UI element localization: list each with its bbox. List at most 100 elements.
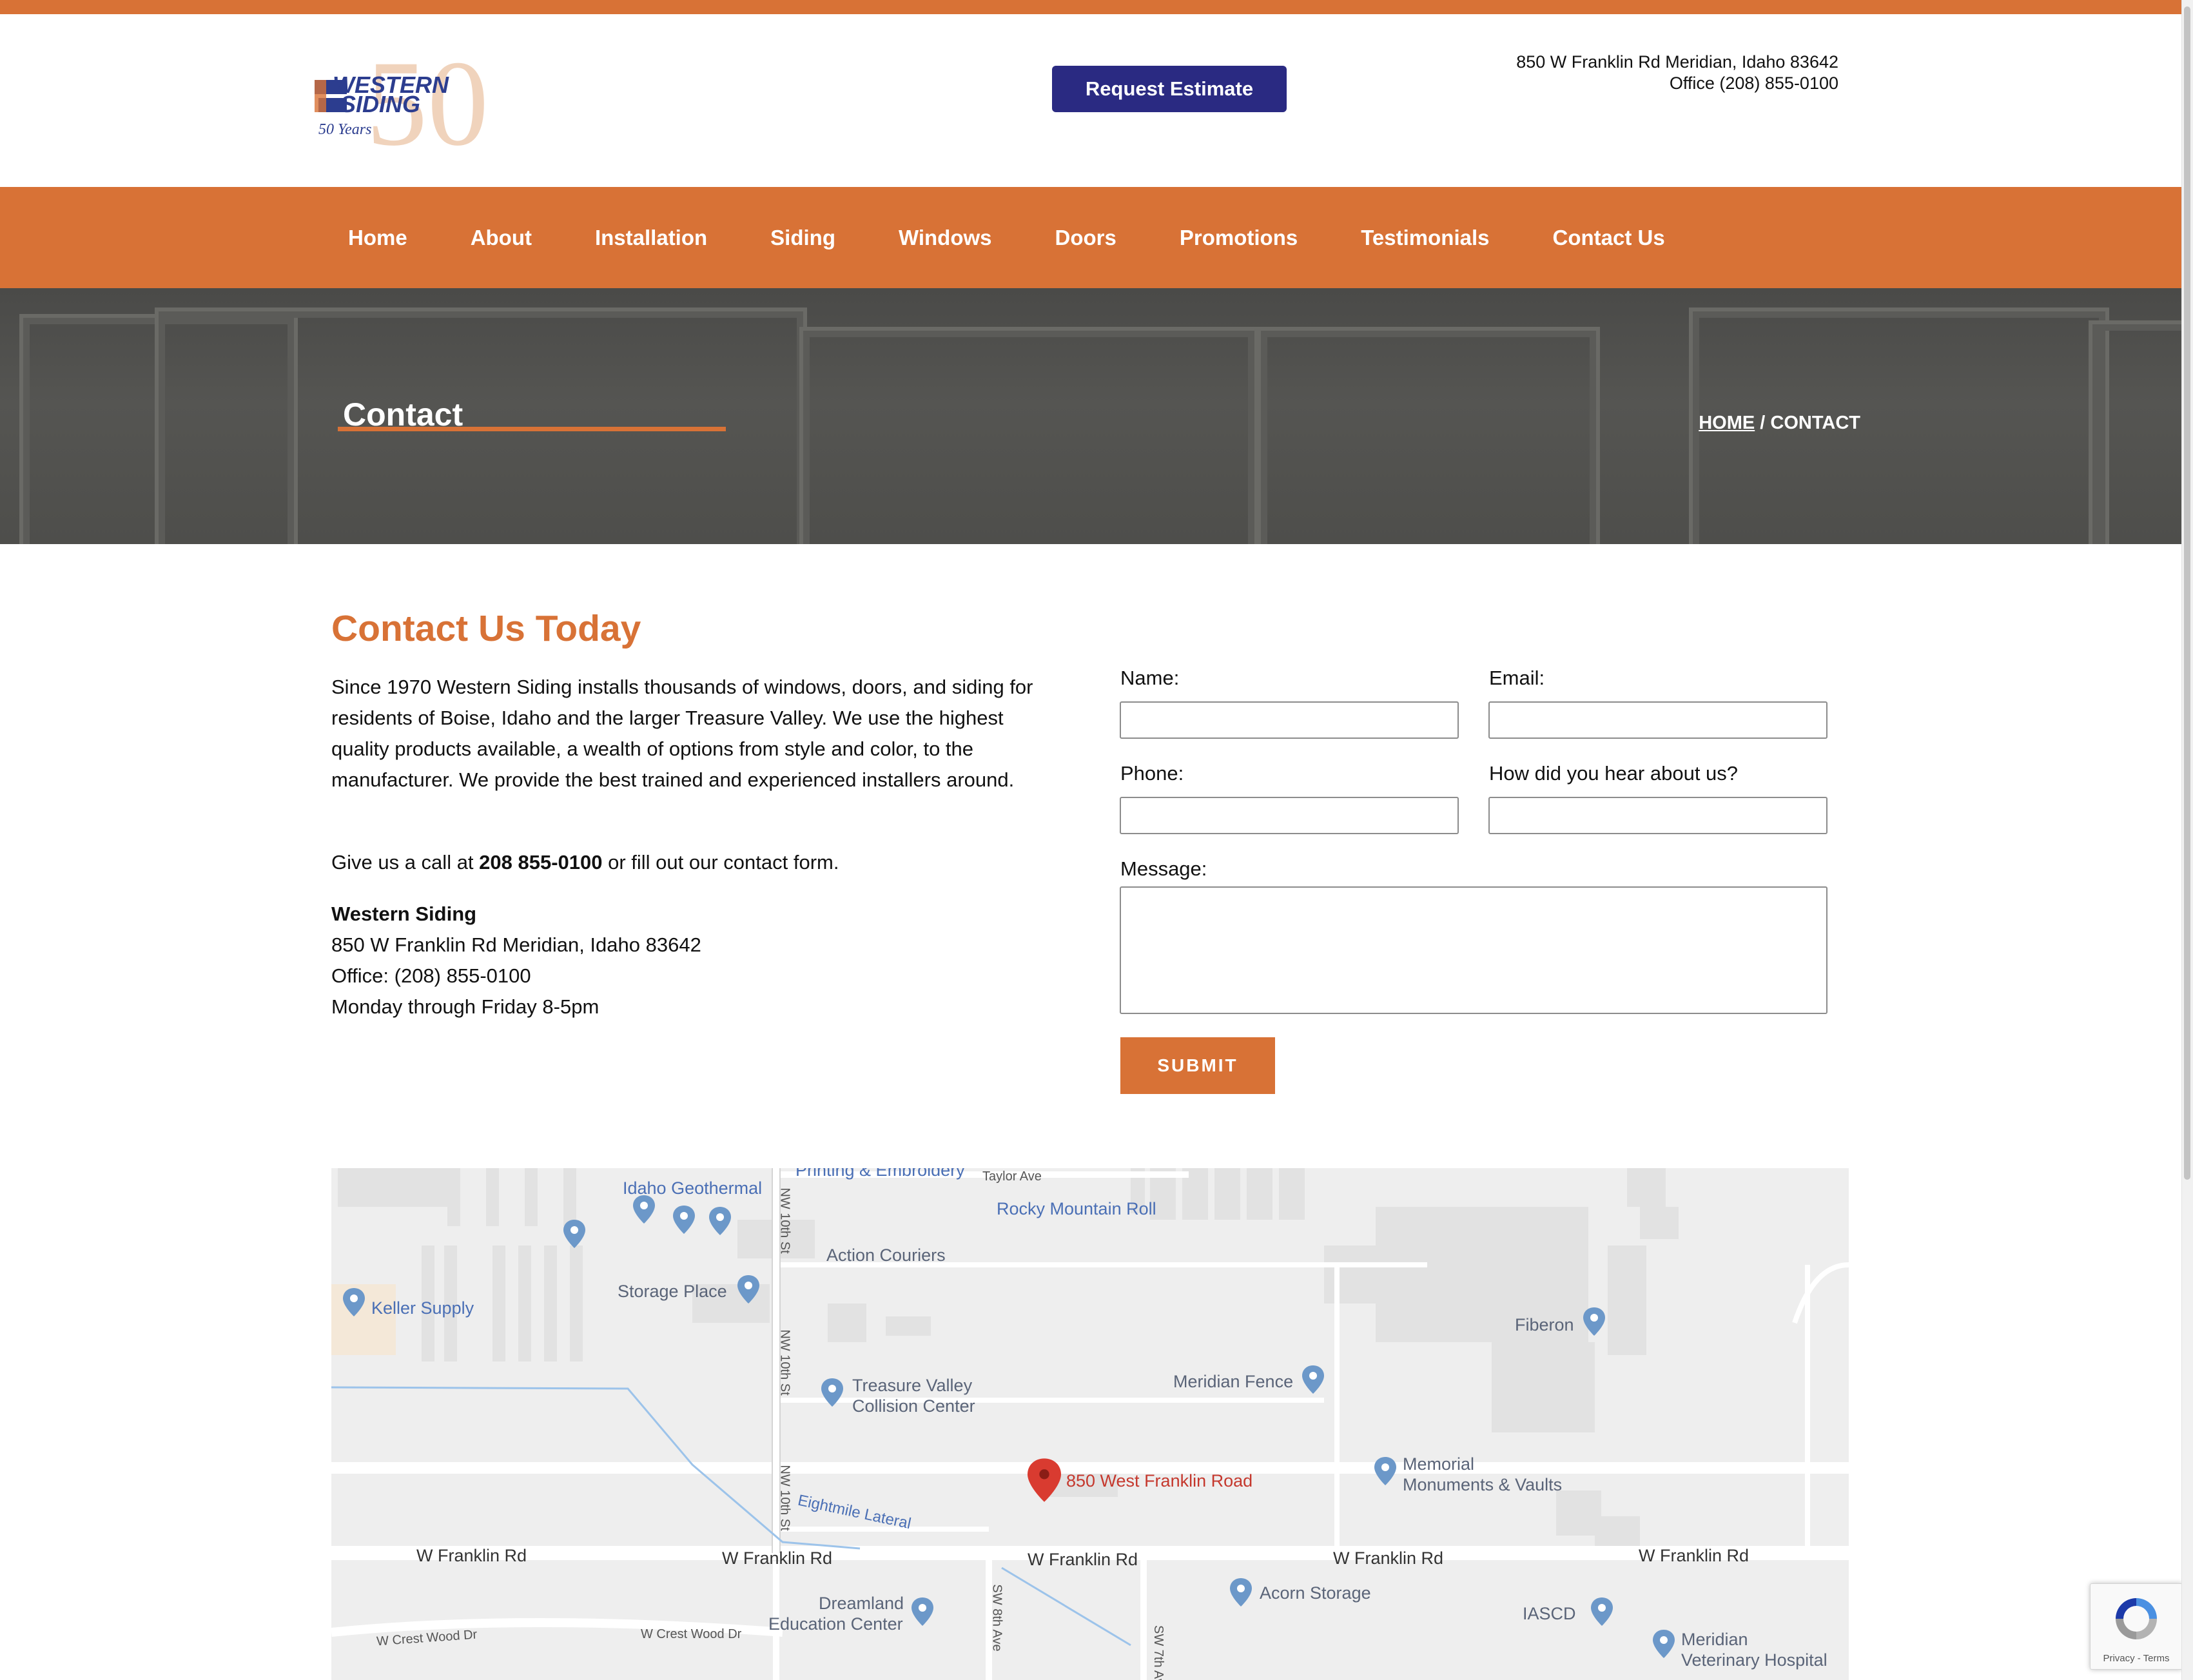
map-pin-icon[interactable]: [1591, 1597, 1613, 1626]
map-label-taylor-ave: Taylor Ave: [982, 1169, 1042, 1184]
email-label: Email:: [1489, 667, 1545, 689]
map-pin-icon[interactable]: [1653, 1630, 1675, 1658]
shop-pin-icon[interactable]: [343, 1288, 365, 1316]
map-label-franklin-road: W Franklin Rd: [1639, 1546, 1750, 1565]
map-label-acorn-storage: Acorn Storage: [1260, 1583, 1371, 1603]
map-label-sw-7th: SW 7th Av: [1151, 1625, 1166, 1680]
map-label-dreamland-line2: Education Center: [768, 1614, 903, 1634]
call-to-action-text: Give us a call at 208 855-0100 or fill o…: [331, 847, 839, 878]
map-label-action-couriers: Action Couriers: [826, 1245, 946, 1265]
map-label-franklin-road: W Franklin Rd: [416, 1546, 527, 1565]
shop-pin-icon[interactable]: [709, 1207, 731, 1235]
map-label-franklin-road: W Franklin Rd: [722, 1548, 833, 1568]
map-label-treasure-valley-line1: Treasure Valley: [852, 1376, 973, 1395]
company-address: 850 W Franklin Rd Meridian, Idaho 83642: [331, 933, 701, 956]
nav-item-contact-us[interactable]: Contact Us: [1553, 226, 1665, 250]
map-pin-icon[interactable]: [821, 1378, 843, 1407]
call-prefix: Give us a call at: [331, 851, 480, 874]
map-label-treasure-valley-line2: Collision Center: [852, 1396, 975, 1416]
title-underline: [338, 427, 726, 431]
map-label-iascd: IASCD: [1523, 1604, 1576, 1623]
message-textarea[interactable]: [1120, 886, 1828, 1014]
map-label-nw-10th: NW 10th St: [777, 1465, 792, 1531]
nav-item-promotions[interactable]: Promotions: [1180, 226, 1298, 250]
map-pin-icon[interactable]: [633, 1195, 655, 1224]
phone-field[interactable]: [1120, 797, 1459, 834]
map-label-fiberon: Fiberon: [1515, 1315, 1574, 1334]
header-contact-info: 850 W Franklin Rd Meridian, Idaho 83642 …: [1516, 52, 1838, 94]
request-estimate-button[interactable]: Request Estimate: [1052, 66, 1287, 112]
nav-item-siding[interactable]: Siding: [770, 226, 835, 250]
company-name: Western Siding: [331, 903, 477, 925]
window-frame-image: [155, 308, 807, 544]
map-label-meridian-vet-line1: Meridian: [1681, 1630, 1748, 1649]
logo-years: 50 Years: [318, 121, 371, 138]
nav-item-windows[interactable]: Windows: [899, 226, 992, 250]
map-label-target-address: 850 West Franklin Road: [1066, 1471, 1253, 1490]
map-pin-icon[interactable]: [1230, 1578, 1252, 1607]
nav-item-doors[interactable]: Doors: [1055, 226, 1116, 250]
nav-item-installation[interactable]: Installation: [595, 226, 707, 250]
map-label-nw-10th: NW 10th St: [777, 1329, 792, 1396]
map-label-keller-supply: Keller Supply: [371, 1298, 474, 1318]
map-label-crest-wood: W Crest Wood Dr: [641, 1627, 742, 1641]
map-pin-icon[interactable]: [911, 1597, 933, 1626]
map-pin-icon[interactable]: [1374, 1457, 1396, 1485]
window-frame-image: [799, 327, 1258, 544]
phone-label: Phone:: [1120, 762, 1184, 785]
contact-heading: Contact Us Today: [331, 608, 641, 649]
company-hours: Monday through Friday 8-5pm: [331, 995, 599, 1018]
nav-item-testimonials[interactable]: Testimonials: [1361, 226, 1489, 250]
submit-button[interactable]: SUBMIT: [1120, 1037, 1275, 1094]
top-accent-bar: [0, 0, 2181, 14]
recaptcha-privacy-terms[interactable]: Privacy - Terms: [2091, 1653, 2182, 1664]
company-info: Western Siding 850 W Franklin Rd Meridia…: [331, 899, 701, 1022]
map-label-meridian-vet-line2: Veterinary Hospital: [1681, 1650, 1828, 1670]
message-label: Message:: [1120, 857, 1207, 880]
breadcrumb-home-link[interactable]: HOME: [1699, 413, 1755, 433]
header-address: 850 W Franklin Rd Meridian, Idaho 83642: [1516, 52, 1838, 72]
breadcrumb: HOME / CONTACT: [1699, 413, 1860, 434]
western-siding-logo[interactable]: 50 WESTERN SIDING 50 Years: [315, 36, 502, 171]
map-label-nw-10th: NW 10th St: [777, 1187, 792, 1254]
call-phone-number: 208 855-0100: [479, 851, 603, 874]
nav-item-home[interactable]: Home: [348, 226, 407, 250]
name-label: Name:: [1120, 667, 1180, 689]
map-label-printing: Printing & Embroidery: [795, 1168, 965, 1180]
map-label-rocky-mountain: Rocky Mountain Roll: [997, 1199, 1156, 1218]
map-label-meridian-fence: Meridian Fence: [1173, 1372, 1294, 1391]
map-label-sw-8th: SW 8th Ave: [989, 1584, 1004, 1652]
name-field[interactable]: [1120, 701, 1459, 739]
map-label-franklin-road: W Franklin Rd: [1333, 1548, 1444, 1568]
location-map[interactable]: Idaho Geothermal Printing & Embroidery T…: [331, 1168, 1849, 1680]
referral-label: How did you hear about us?: [1489, 762, 1739, 785]
map-label-dreamland-line1: Dreamland: [819, 1594, 904, 1613]
vertical-scrollbar[interactable]: [2181, 0, 2193, 1680]
map-label-franklin-road: W Franklin Rd: [1028, 1550, 1138, 1569]
window-frame-image: [1257, 327, 1600, 544]
main-navigation: Home About Installation Siding Windows D…: [0, 187, 2181, 288]
referral-field[interactable]: [1488, 797, 1828, 834]
map-pin-icon[interactable]: [737, 1275, 759, 1304]
breadcrumb-current: CONTACT: [1770, 413, 1860, 433]
map-label-memorial-line1: Memorial: [1403, 1454, 1475, 1474]
map-label-storage-place: Storage Place: [618, 1282, 727, 1301]
map-canvas: [331, 1168, 1849, 1680]
map-label-idaho-geothermal: Idaho Geothermal: [623, 1178, 763, 1198]
recaptcha-icon: [2116, 1598, 2157, 1639]
breadcrumb-separator: /: [1755, 413, 1771, 433]
map-pin-icon[interactable]: [1302, 1365, 1324, 1394]
map-pin-icon[interactable]: [1583, 1307, 1605, 1336]
email-field[interactable]: [1488, 701, 1828, 739]
recaptcha-badge[interactable]: Privacy - Terms: [2090, 1583, 2183, 1670]
logo-text-bottom: SIDING: [340, 91, 420, 117]
map-pin-icon[interactable]: [563, 1220, 585, 1248]
window-frame-image: [2089, 320, 2181, 544]
location-marker-icon[interactable]: [1028, 1457, 1061, 1503]
scrollbar-thumb[interactable]: [2184, 6, 2190, 1180]
shop-pin-icon[interactable]: [673, 1206, 695, 1234]
call-suffix: or fill out our contact form.: [602, 851, 839, 874]
nav-item-about[interactable]: About: [471, 226, 532, 250]
company-office-phone: Office: (208) 855-0100: [331, 964, 531, 987]
header-office-phone: Office (208) 855-0100: [1669, 73, 1838, 93]
